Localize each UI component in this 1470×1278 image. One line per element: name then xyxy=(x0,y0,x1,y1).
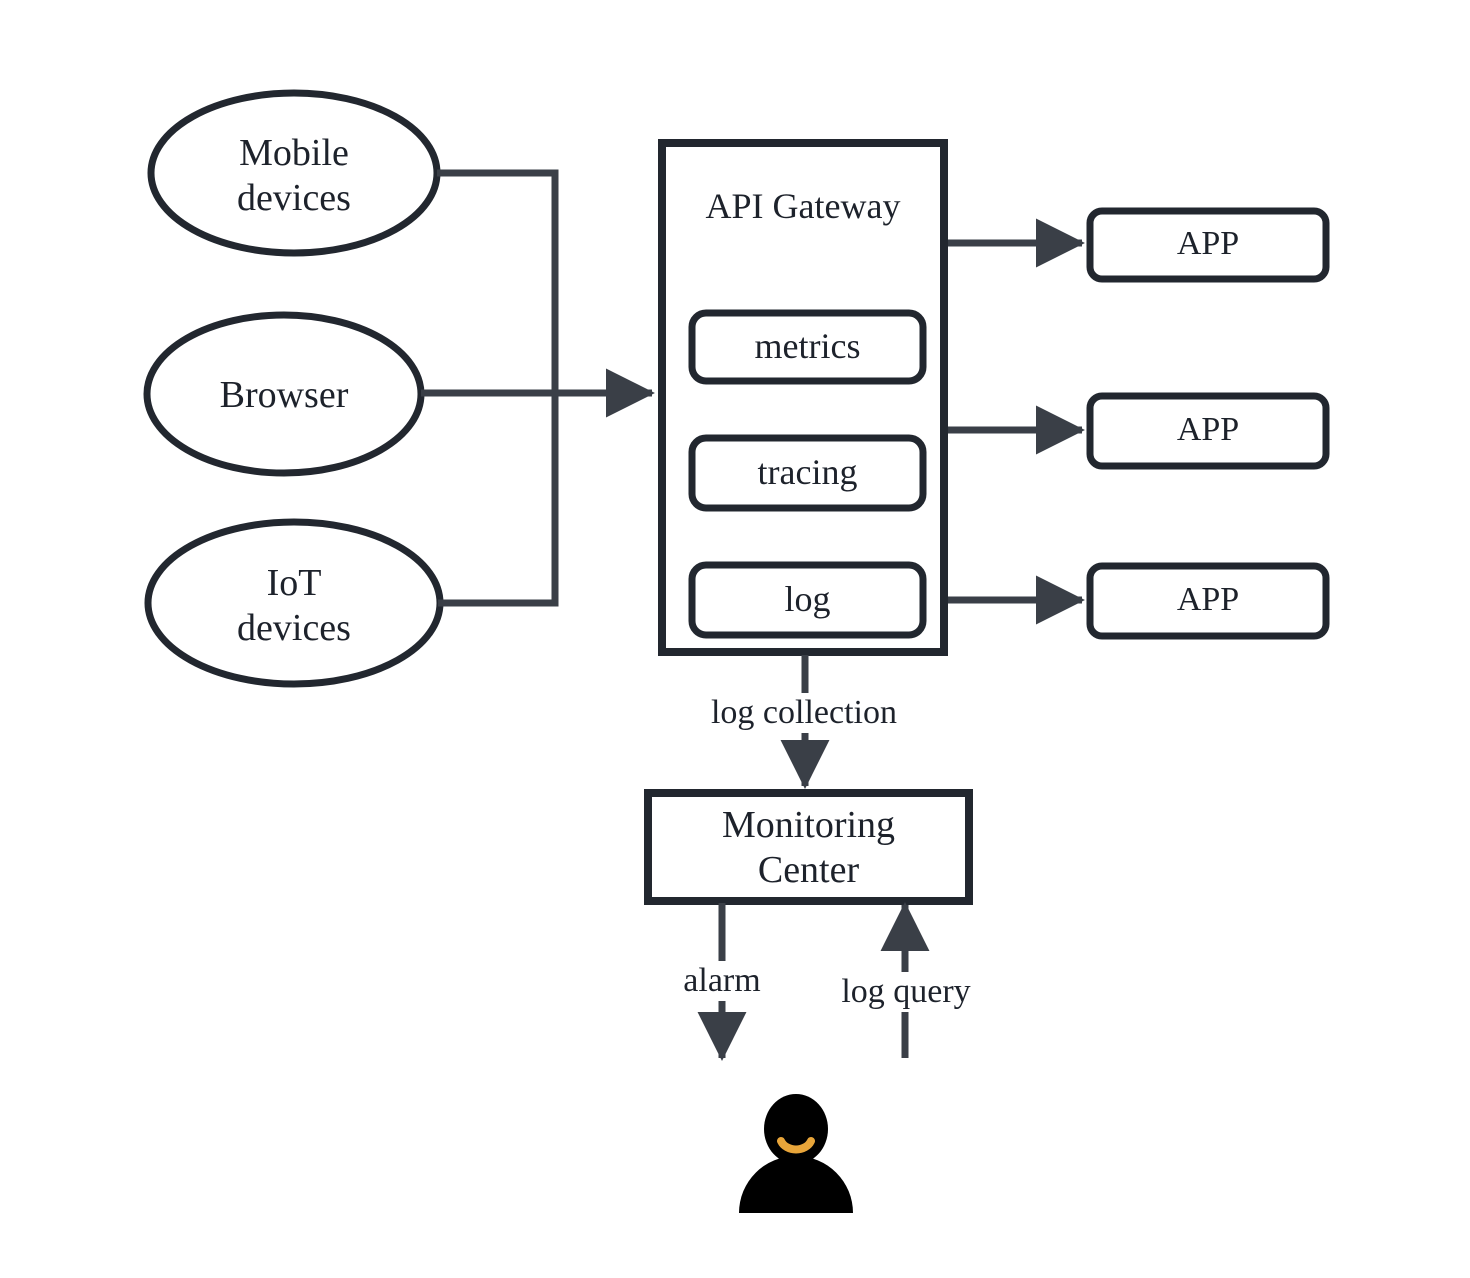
edge-label-log-query: log query xyxy=(826,972,986,1012)
monitoring-center-shape[interactable] xyxy=(644,789,973,905)
user-body-icon xyxy=(739,1156,853,1213)
client-shape-browser[interactable] xyxy=(143,311,425,477)
module-shape-log[interactable] xyxy=(688,561,927,639)
app-shape-app-3[interactable] xyxy=(1086,562,1330,640)
edge-label-log-collection: log collection xyxy=(688,693,920,733)
user-person-icon[interactable] xyxy=(739,1094,853,1213)
diagram-vector-layer xyxy=(143,89,1330,1213)
user-head-icon xyxy=(764,1094,828,1164)
client-shape-iot-devices[interactable] xyxy=(144,518,444,688)
app-shape-app-2[interactable] xyxy=(1086,392,1330,470)
connector-mobile-to-bus xyxy=(437,169,559,393)
app-shape-app-1[interactable] xyxy=(1086,207,1330,283)
edge-label-alarm: alarm xyxy=(662,961,782,1001)
client-shape-mobile-devices[interactable] xyxy=(147,89,441,257)
module-shape-tracing[interactable] xyxy=(688,434,927,512)
connector-iot-to-bus xyxy=(438,393,559,607)
module-shape-metrics[interactable] xyxy=(688,309,927,385)
diagram-canvas: Mobile devices Browser IoT devices API G… xyxy=(0,0,1470,1278)
